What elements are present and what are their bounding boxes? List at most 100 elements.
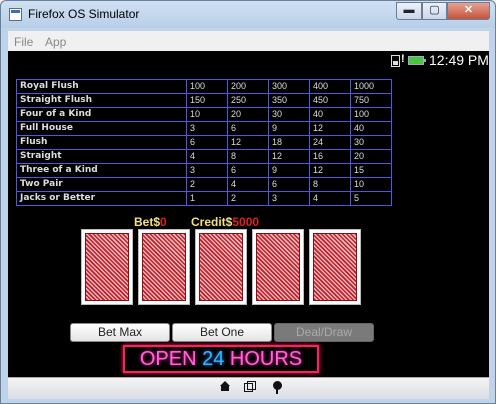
paytable: Royal Flush 100 200 300 400 1000 Straight Flus… — [16, 79, 392, 206]
windows-icon[interactable] — [244, 381, 256, 393]
paytable-payout: 12 — [268, 149, 310, 164]
paytable-payout: 3 — [268, 191, 310, 206]
signal-alert: ! — [401, 53, 405, 65]
maximize-button[interactable]: ▢ — [422, 2, 447, 20]
card-back — [142, 233, 186, 301]
title-bar[interactable]: Firefox OS Simulator ▬ ▢ ✕ — [1, 1, 495, 28]
bet-display: Bet$0 — [134, 215, 167, 229]
card-slot-3[interactable] — [195, 229, 247, 305]
simulator-client-area: File App ! 12:49 PM Royal Flush 100 200 300… — [8, 31, 489, 399]
sign-open-text: OPEN — [139, 348, 203, 370]
device-screen: ! 12:49 PM Royal Flush 100 200 300 400 1000 St… — [8, 51, 489, 399]
sim-card-icon — [391, 55, 400, 67]
paytable-payout: 100 — [350, 107, 392, 122]
bet-max-button[interactable]: Bet Max — [70, 323, 170, 342]
card-slot-2[interactable] — [138, 229, 190, 305]
paytable-payout: 16 — [309, 149, 351, 164]
sign-hours-text: HOURS — [224, 348, 303, 370]
location-pin-icon[interactable] — [272, 381, 282, 395]
window-title: Firefox OS Simulator — [28, 7, 140, 21]
paytable-payout: 9 — [268, 163, 310, 178]
paytable-payout: 40 — [350, 121, 392, 136]
paytable-payout: 30 — [268, 107, 310, 122]
card-back — [256, 233, 300, 301]
paytable-hand-name: Straight — [16, 149, 187, 164]
card-slot-4[interactable] — [252, 229, 304, 305]
status-bar: ! 12:49 PM — [8, 51, 489, 71]
paytable-row: Jacks or Better 1 2 3 4 5 — [16, 191, 392, 206]
paytable-payout: 18 — [268, 135, 310, 150]
paytable-row: Two Pair 2 4 6 8 10 — [16, 177, 392, 192]
paytable-payout: 4 — [186, 149, 228, 164]
card-back — [199, 233, 243, 301]
paytable-payout: 6 — [186, 135, 228, 150]
paytable-payout: 20 — [227, 107, 269, 122]
paytable-payout: 200 — [227, 79, 269, 94]
card-slot-5[interactable] — [309, 229, 361, 305]
paytable-payout: 750 — [350, 93, 392, 108]
paytable-row: Full House 3 6 9 12 40 — [16, 121, 392, 136]
credit-value: 5000 — [232, 215, 260, 229]
paytable-payout: 20 — [350, 149, 392, 164]
paytable-payout: 15 — [350, 163, 392, 178]
paytable-row: Straight Flush 150 250 350 450 750 — [16, 93, 392, 108]
paytable-payout: 8 — [227, 149, 269, 164]
paytable-payout: 24 — [309, 135, 351, 150]
paytable-payout: 6 — [227, 121, 269, 136]
bet-value: 0 — [160, 215, 167, 229]
paytable-payout: 250 — [227, 93, 269, 108]
card-slot-1[interactable] — [81, 229, 133, 305]
paytable-payout: 350 — [268, 93, 310, 108]
paytable-hand-name: Two Pair — [16, 177, 187, 192]
paytable-hand-name: Flush — [16, 135, 187, 150]
paytable-row: Three of a Kind 3 6 9 12 15 — [16, 163, 392, 178]
home-icon[interactable] — [219, 381, 231, 395]
menu-bar: File App — [8, 31, 489, 52]
paytable-payout: 100 — [186, 79, 228, 94]
simulator-nav-bar — [8, 377, 489, 399]
paytable-payout: 5 — [350, 191, 392, 206]
paytable-payout: 2 — [227, 191, 269, 206]
sign-24-text: 24 — [202, 348, 225, 370]
bet-one-button[interactable]: Bet One — [172, 323, 272, 342]
deal-draw-button[interactable]: Deal/Draw — [274, 323, 374, 342]
paytable-payout: 12 — [309, 163, 351, 178]
open-24-hours-sign: OPEN 24 HOURS — [123, 345, 319, 373]
paytable-payout: 10 — [186, 107, 228, 122]
status-clock: 12:49 PM — [429, 52, 489, 68]
paytable-hand-name: Royal Flush — [16, 79, 187, 94]
paytable-hand-name: Four of a Kind — [16, 107, 187, 122]
paytable-payout: 12 — [309, 121, 351, 136]
paytable-payout: 400 — [309, 79, 351, 94]
battery-icon — [408, 56, 426, 65]
paytable-payout: 3 — [186, 163, 228, 178]
paytable-row: Straight 4 8 12 16 20 — [16, 149, 392, 164]
paytable-payout: 6 — [268, 177, 310, 192]
minimize-button[interactable]: ▬ — [396, 2, 422, 20]
paytable-hand-name: Full House — [16, 121, 187, 136]
paytable-row: Flush 6 12 18 24 30 — [16, 135, 392, 150]
paytable-row: Royal Flush 100 200 300 400 1000 — [16, 79, 392, 94]
paytable-payout: 150 — [186, 93, 228, 108]
menu-app[interactable]: App — [45, 35, 66, 49]
paytable-payout: 8 — [309, 177, 351, 192]
card-back — [313, 233, 357, 301]
paytable-payout: 6 — [227, 163, 269, 178]
menu-file[interactable]: File — [14, 35, 33, 49]
credit-label: Credit$ — [191, 215, 233, 229]
paytable-payout: 4 — [309, 191, 351, 206]
paytable-payout: 9 — [268, 121, 310, 136]
paytable-payout: 2 — [186, 177, 228, 192]
paytable-payout: 30 — [350, 135, 392, 150]
paytable-payout: 12 — [227, 135, 269, 150]
paytable-hand-name: Straight Flush — [16, 93, 187, 108]
paytable-payout: 450 — [309, 93, 351, 108]
app-window-icon — [9, 8, 22, 21]
simulator-window: Firefox OS Simulator ▬ ▢ ✕ File App ! 12… — [0, 0, 496, 404]
paytable-payout: 4 — [227, 177, 269, 192]
paytable-payout: 300 — [268, 79, 310, 94]
paytable-payout: 1000 — [350, 79, 392, 94]
paytable-payout: 1 — [186, 191, 228, 206]
close-button[interactable]: ✕ — [447, 2, 490, 20]
paytable-hand-name: Jacks or Better — [16, 191, 187, 206]
